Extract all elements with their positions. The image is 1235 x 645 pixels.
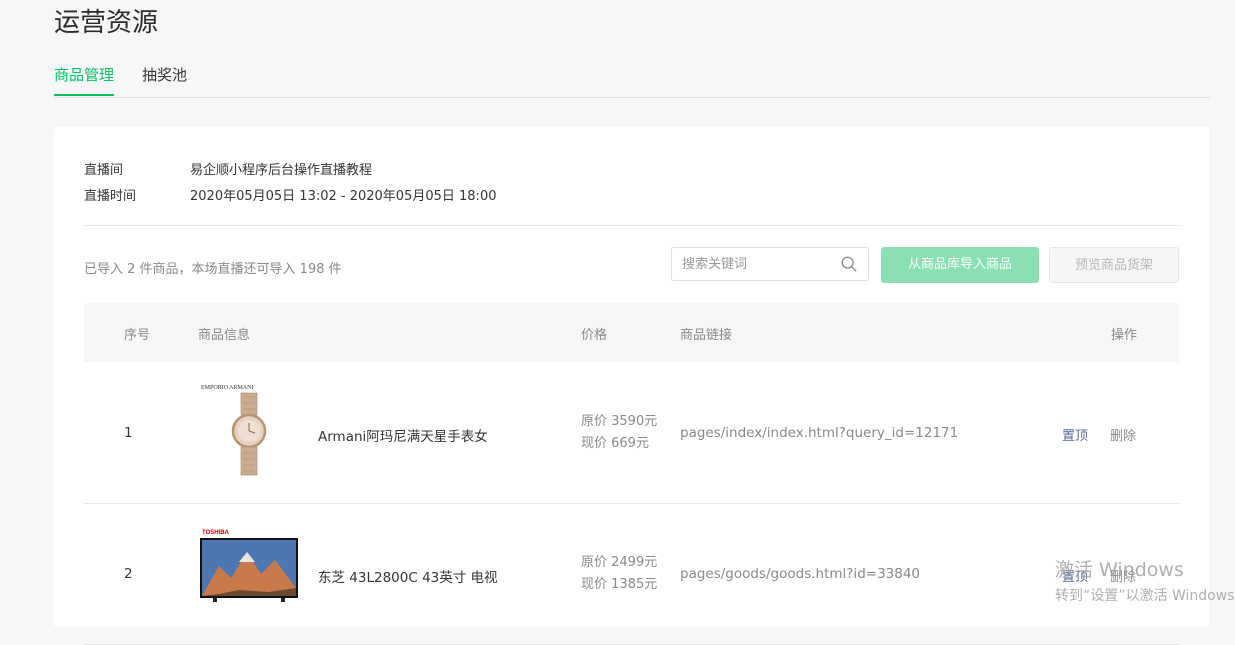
header-product-info: 商品信息 [198,328,251,343]
tv-image: TOSHIBA [200,528,298,602]
product-name: Armani阿玛尼满天星手表女 [318,429,488,445]
table-row: 1 EMPORIO ARMANI Armani阿玛尼满天星手表女 原价 3590… [84,363,1179,504]
product-price: 原价 2499元 现价 1385元 [581,552,657,596]
tab-lottery-pool[interactable]: 抽奖池 [142,64,187,94]
delete-button[interactable]: 删除 [1110,425,1136,444]
page-title: 运营资源 [54,8,159,38]
live-room-label: 直播间 [84,163,124,178]
watermark-line1: 激活 Windows [1055,559,1184,581]
original-price: 原价 2499元 [581,555,658,570]
row-index: 1 [124,425,133,441]
original-price: 原价 3590元 [581,414,658,429]
watch-brand-mark: EMPORIO ARMANI [201,385,254,391]
import-from-library-button[interactable]: 从商品库导入商品 [881,247,1039,283]
preview-shelf-button[interactable]: 预览商品货架 [1049,247,1179,283]
live-time-value: 2020年05月05日 13:02 - 2020年05月05日 18:00 [190,189,497,204]
row-index: 2 [124,566,133,582]
product-link: pages/index/index.html?query_id=12171 [680,425,959,441]
live-time-label: 直播时间 [84,189,137,204]
divider [84,225,1179,226]
product-name: 东芝 43L2800C 43英寸 电视 [318,570,498,586]
header-index: 序号 [124,328,151,343]
header-actions: 操作 [1111,328,1138,343]
tab-product-management[interactable]: 商品管理 [54,64,115,96]
search-icon[interactable] [840,255,858,273]
windows-activation-watermark: 激活 Windows 转到“设置”以激活 Windows。 [1055,555,1235,605]
tv-brand-mark: TOSHIBA [202,530,230,536]
import-status-text: 已导入 2 件商品，本场直播还可导入 198 件 [84,262,342,277]
table-header: 序号 商品信息 价格 商品链接 操作 [84,303,1179,362]
current-price: 现价 1385元 [581,577,658,592]
table-row: 2 TOSHIBA 东芝 43L2800C 43英寸 电视 原价 2499元 现… [84,504,1179,645]
pin-to-top-button[interactable]: 置顶 [1062,425,1088,444]
header-price: 价格 [581,328,608,343]
live-room-value: 易企顺小程序后台操作直播教程 [190,163,373,178]
tab-bar: 商品管理 抽奖池 [54,64,1210,98]
search-input[interactable] [672,248,852,280]
product-price: 原价 3590元 现价 669元 [581,411,657,455]
current-price: 现价 669元 [581,436,649,451]
product-link: pages/goods/goods.html?id=33840 [680,566,921,582]
watermark-line2: 转到“设置”以激活 Windows。 [1055,588,1235,604]
header-product-link: 商品链接 [680,328,733,343]
main-card: 直播间 易企顺小程序后台操作直播教程 直播时间 2020年05月05日 13:0… [54,127,1209,645]
watch-image: EMPORIO ARMANI [201,385,267,476]
search-box [671,247,869,281]
